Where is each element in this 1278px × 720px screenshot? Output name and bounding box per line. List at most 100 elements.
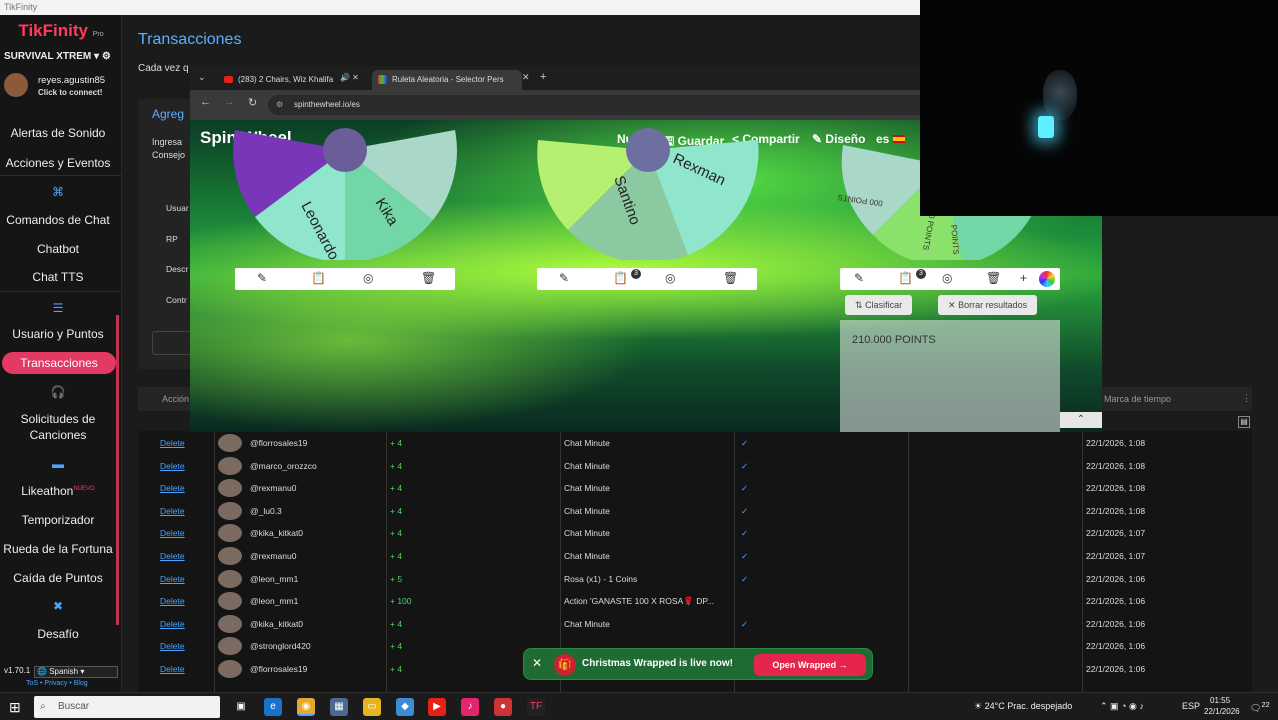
delete-link[interactable]: Delete — [160, 506, 185, 516]
clock-time[interactable]: 01:55 — [1210, 696, 1230, 705]
row-type: Chat Minute — [564, 551, 610, 561]
folder-icon[interactable]: ▭ — [363, 698, 381, 716]
delete-link[interactable]: Delete — [160, 574, 185, 584]
forward-icon[interactable]: → — [224, 96, 235, 108]
sidebar-item-alertas[interactable]: Alertas de Sonido — [0, 126, 116, 140]
sidebar-item-transacciones[interactable]: Transacciones — [2, 352, 116, 374]
hide-icon[interactable]: ◎ — [942, 271, 952, 285]
sidebar-item-caida[interactable]: Caída de Puntos — [0, 571, 116, 585]
sidebar-item-solicitudes[interactable]: Solicitudes de — [0, 412, 116, 426]
delete-link[interactable]: Delete — [160, 641, 185, 651]
delete-link[interactable]: Delete — [160, 664, 185, 674]
scroll-up-button[interactable]: ⌃ — [1060, 412, 1102, 428]
table-row: Delete @kika_kitkat0 + 4 Chat Minute ✓ 22/1/2… — [138, 613, 1252, 636]
table-row: Delete @marco_orozzco + 4 Chat Minute ✓ 22/1/… — [138, 455, 1252, 478]
pencil-icon[interactable]: ✎ — [854, 271, 864, 285]
language-indicator[interactable]: ESP — [1182, 701, 1200, 711]
delete-link[interactable]: Delete — [160, 596, 185, 606]
clipboard-icon[interactable]: 📋 — [311, 271, 326, 285]
wheel-2[interactable]: Santino Rexman — [533, 120, 763, 260]
tab-ruleta[interactable]: Ruleta Aleatoria - Selector Pers — [372, 70, 522, 90]
sidebar-item-comandos[interactable]: Comandos de Chat — [0, 213, 116, 227]
sidebar-item-acciones[interactable]: Acciones y Eventos — [0, 156, 116, 170]
close-icon[interactable]: ✕ — [532, 656, 542, 670]
avatar — [218, 569, 242, 588]
row-amount: + 4 — [390, 460, 403, 471]
sidebar-item-chat-tts[interactable]: Chat TTS — [0, 270, 116, 284]
language-select[interactable]: 🌐 Spanish ▾ — [34, 666, 118, 678]
hide-icon[interactable]: ◎ — [665, 271, 675, 285]
row-amount: + 4 — [390, 551, 403, 561]
trash-icon[interactable]: 🗑 — [421, 271, 436, 285]
clipboard-icon[interactable]: 📋 — [613, 271, 628, 285]
app-logo[interactable]: TikFinity Pro — [0, 15, 122, 45]
color-palette-icon[interactable] — [1039, 271, 1055, 287]
tikfinity-icon[interactable]: TF — [527, 698, 545, 716]
pencil-icon[interactable]: ✎ — [559, 271, 569, 285]
sidebar-item-likeathon[interactable]: LikeathonNUEVO — [0, 484, 116, 498]
clock-date[interactable]: 22/1/2026 — [1204, 707, 1240, 716]
row-user: @leon_mm1 — [250, 596, 299, 607]
sidebar-item-usuario[interactable]: Usuario y Puntos — [0, 327, 116, 341]
row-timestamp: 22/1/2026, 1:07 — [1086, 551, 1146, 561]
legal-links[interactable]: ToS • Privacy • Blog — [26, 680, 88, 687]
add-icon[interactable]: + — [1020, 271, 1027, 285]
reload-icon[interactable]: ↻ — [248, 96, 257, 109]
delete-link[interactable]: Delete — [160, 483, 185, 493]
sidebar-item-desafio[interactable]: Desafío — [0, 627, 116, 641]
delete-link[interactable]: Delete — [160, 551, 185, 561]
new-tab-button[interactable]: + — [540, 71, 546, 83]
windows-start-icon[interactable]: ⊞ — [9, 699, 21, 716]
table-row: Delete @rexmanu0 + 4 Chat Minute ✓ 22/1/2026,… — [138, 477, 1252, 500]
wheel-1[interactable]: Leonardo Kika — [230, 120, 460, 260]
app-icon[interactable]: ◆ — [396, 698, 414, 716]
delete-link[interactable]: Delete — [160, 619, 185, 629]
phone-light — [1038, 116, 1054, 138]
store-icon[interactable]: ▦ — [330, 698, 348, 716]
tiktok-icon[interactable]: ♪ — [461, 698, 479, 716]
notification-icon[interactable]: 🗨22 — [1250, 700, 1270, 714]
table-row: Delete @florrosales19 + 4 Chat Minute ✓ 22/1/… — [138, 432, 1252, 455]
row-amount: + 4 — [390, 483, 403, 494]
back-icon[interactable]: ← — [200, 96, 211, 108]
table-row: Delete @rexmanu0 + 4 Chat Minute ✓ 22/1/2026,… — [138, 545, 1252, 568]
field-label-contr: Contr — [166, 295, 187, 305]
delete-link[interactable]: Delete — [160, 461, 185, 471]
trash-icon[interactable]: 🗑 — [986, 271, 1001, 285]
edge-icon[interactable]: e — [264, 698, 282, 716]
user-connect[interactable]: reyes.agustin85 Click to connect! — [4, 73, 120, 103]
column-header-time[interactable]: Marca de tiempo — [1104, 394, 1171, 404]
close-tab-icon[interactable]: ✕ — [522, 72, 530, 83]
sort-button[interactable]: ⇅ Clasificar — [845, 295, 913, 315]
sidebar-item-chatbot[interactable]: Chatbot — [0, 242, 116, 256]
taskbar-search-input[interactable]: ⌕ Buscar — [34, 696, 220, 718]
youtube-icon[interactable]: ▶ — [428, 698, 446, 716]
site-info-icon[interactable]: ⚙ — [276, 95, 283, 115]
trash-icon[interactable]: 🗑 — [723, 271, 738, 285]
column-menu-icon[interactable]: ⋮ — [1242, 393, 1251, 404]
profile-selector[interactable]: SURVIVAL XTREM ▾ ⚙ — [4, 51, 120, 65]
obs-icon[interactable]: ● — [494, 698, 512, 716]
row-amount: + 4 — [390, 438, 403, 448]
column-header-action[interactable]: Acción — [162, 394, 189, 404]
task-view-icon[interactable]: ▣ — [232, 698, 250, 716]
open-wrapped-button[interactable]: Open Wrapped → — [754, 654, 866, 676]
tab-menu-icon[interactable]: ⌄ — [198, 72, 206, 83]
pencil-icon[interactable]: ✎ — [257, 271, 267, 285]
sort-icon: ⇅ — [855, 300, 863, 310]
hide-icon[interactable]: ◎ — [363, 271, 373, 285]
sidebar-scrollbar[interactable] — [116, 315, 119, 625]
clear-results-button[interactable]: ✕ Borrar resultados — [938, 295, 1038, 315]
sidebar-item-temporizador[interactable]: Temporizador — [0, 513, 116, 527]
weather-widget[interactable]: ☀ 24°C Prac. despejado — [974, 701, 1072, 712]
clipboard-icon[interactable]: 📋 — [898, 271, 913, 285]
delete-link[interactable]: Delete — [160, 438, 185, 448]
sidebar-item-rueda[interactable]: Rueda de la Fortuna — [0, 542, 116, 556]
avatar — [218, 456, 242, 475]
tray-icons[interactable]: ⌃ ▣ ◔ ◉ ♪ — [1100, 701, 1144, 712]
delete-link[interactable]: Delete — [160, 528, 185, 538]
chrome-icon[interactable]: ◉ — [297, 698, 315, 716]
sidebar-item-solicitudes-line2[interactable]: Canciones — [0, 428, 116, 442]
tab-audio-icon[interactable]: 🔊 ✕ — [340, 73, 359, 82]
table-settings-icon[interactable]: ▤ — [1238, 416, 1250, 428]
